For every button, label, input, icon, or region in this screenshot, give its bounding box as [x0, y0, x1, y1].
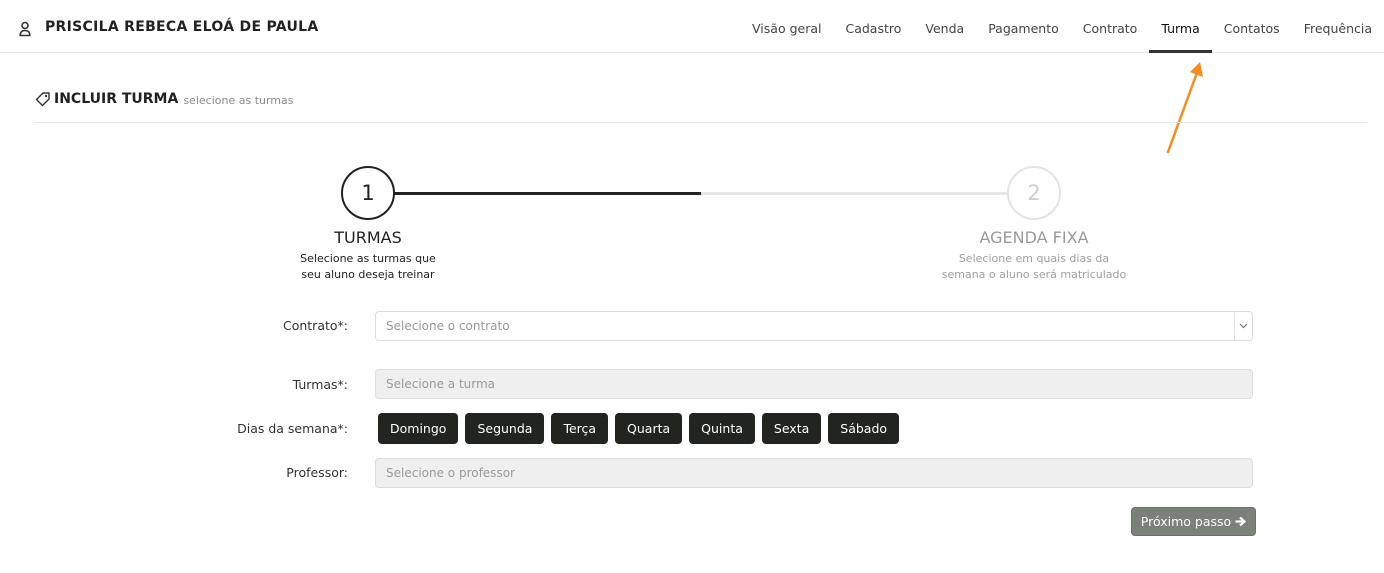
step-2-description: Selecione em quais dias da semana o alun… — [934, 251, 1134, 283]
day-button-domingo[interactable]: Domingo — [378, 413, 459, 444]
day-button-quarta[interactable]: Quarta — [615, 413, 683, 444]
step-1-desc-line-1: Selecione as turmas que — [300, 252, 436, 265]
tab-cadastro[interactable]: Cadastro — [833, 0, 913, 53]
dias-semana-label: Dias da semana*: — [237, 421, 348, 436]
wizard-progress-remaining — [701, 192, 1034, 195]
student-name: PRISCILA REBECA ELOÁ DE PAULA — [45, 19, 319, 35]
profile-nav: Visão geral Cadastro Venda Pagamento Con… — [740, 0, 1384, 53]
wizard-progress-complete — [368, 192, 701, 195]
step-1-description: Selecione as turmas que seu aluno deseja… — [268, 251, 468, 283]
tag-icon — [35, 92, 50, 107]
step-2-number: 2 — [1027, 181, 1041, 205]
day-button-quinta[interactable]: Quinta — [689, 413, 755, 444]
turmas-placeholder: Selecione a turma — [386, 377, 496, 391]
turmas-select[interactable]: Selecione a turma — [375, 369, 1253, 399]
day-button-segunda[interactable]: Segunda — [465, 413, 545, 444]
step-1-desc-line-2: seu aluno deseja treinar — [301, 268, 435, 281]
contrato-placeholder: Selecione o contrato — [386, 319, 510, 333]
weekday-buttons: Domingo Segunda Terça Quarta Quinta Sext… — [378, 413, 906, 444]
annotation-arrow-icon — [1166, 62, 1203, 154]
contrato-label: Contrato*: — [282, 318, 348, 333]
step-2-title: AGENDA FIXA — [979, 228, 1089, 247]
tab-turma[interactable]: Turma — [1149, 0, 1213, 53]
section-subtitle: selecione as turmas — [183, 93, 294, 107]
professor-select[interactable]: Selecione o professor — [375, 458, 1253, 488]
tab-venda[interactable]: Venda — [913, 0, 976, 53]
turmas-label: Turmas*: — [292, 377, 348, 392]
section-header: INCLUIR TURMA selecione as turmas — [35, 89, 294, 109]
next-step-button[interactable]: Próximo passo — [1131, 507, 1256, 536]
day-button-sexta[interactable]: Sexta — [761, 413, 822, 444]
tab-visao-geral[interactable]: Visão geral — [740, 0, 833, 53]
step-1-title: TURMAS — [334, 228, 402, 247]
user-icon — [19, 21, 31, 37]
tab-contrato[interactable]: Contrato — [1071, 0, 1150, 53]
top-bar: PRISCILA REBECA ELOÁ DE PAULA Visão gera… — [0, 0, 1384, 53]
day-button-terca[interactable]: Terça — [551, 413, 609, 444]
step-2-circle: 2 — [1007, 166, 1061, 220]
step-2-desc-line-2: semana o aluno será matriculado — [941, 268, 1127, 281]
section-divider — [35, 122, 1367, 123]
contrato-select[interactable]: Selecione o contrato — [375, 311, 1253, 341]
step-1-circle: 1 — [341, 166, 395, 220]
day-button-sabado[interactable]: Sábado — [828, 413, 900, 444]
chevron-down-icon[interactable] — [1234, 312, 1252, 340]
arrow-right-icon — [1235, 516, 1247, 527]
professor-label: Professor: — [286, 465, 348, 480]
step-2-desc-line-1: Selecione em quais dias da — [958, 252, 1110, 265]
professor-placeholder: Selecione o professor — [386, 466, 515, 480]
step-1-number: 1 — [361, 181, 375, 205]
section-title: INCLUIR TURMA — [54, 91, 179, 107]
tab-pagamento[interactable]: Pagamento — [976, 0, 1071, 53]
tab-frequencia[interactable]: Frequência — [1292, 0, 1384, 53]
next-step-label: Próximo passo — [1140, 514, 1232, 529]
tab-contatos[interactable]: Contatos — [1212, 0, 1292, 53]
